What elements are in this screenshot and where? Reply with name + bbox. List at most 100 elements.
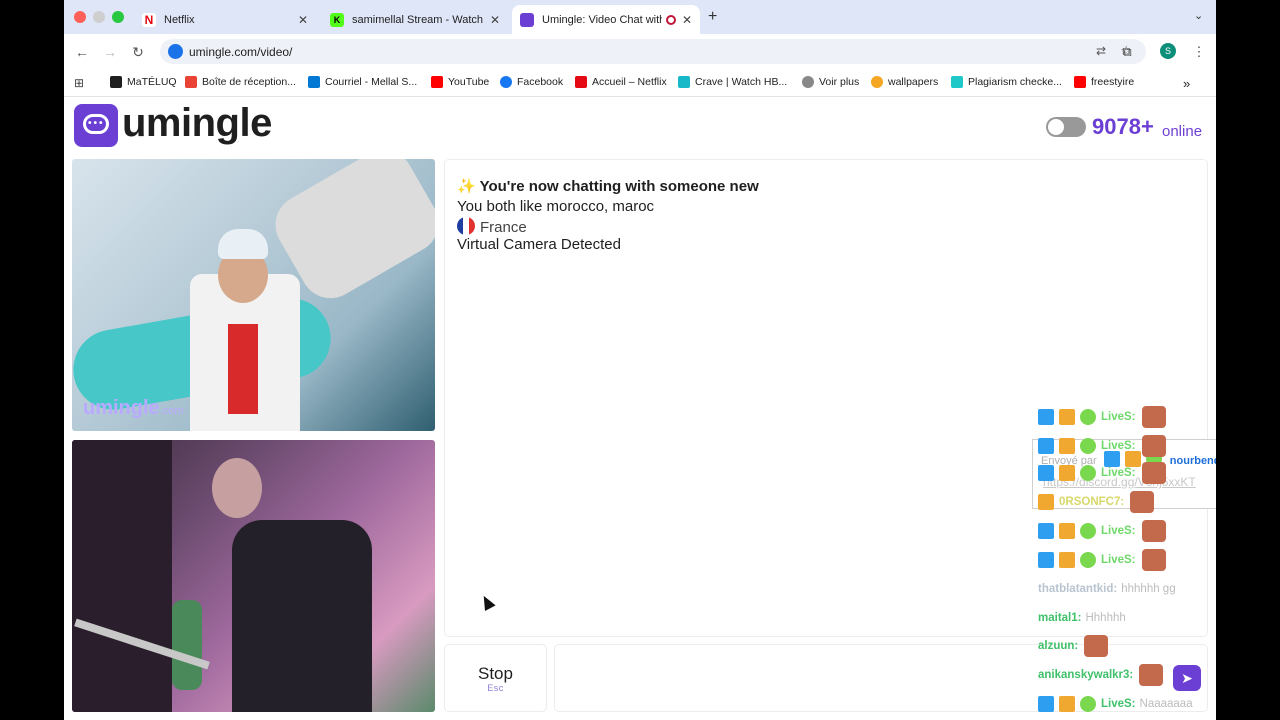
france-flag-icon	[457, 217, 475, 235]
crown-badge-icon	[1059, 523, 1075, 539]
close-tab-icon[interactable]: ✕	[490, 13, 500, 27]
bookmarks-bar: ⊞ MaTÉLUQ Boîte de réception... Courriel…	[64, 69, 1216, 97]
tab-title: Umingle: Video Chat with	[542, 13, 662, 26]
overlay-chat-message: Hhhhhh	[1085, 612, 1126, 624]
forward-arrow-icon[interactable]: →	[100, 42, 120, 62]
bookmark-mateluq[interactable]: MaTÉLUQ	[110, 76, 177, 88]
emote-icon	[1130, 491, 1155, 513]
stop-label: Stop	[478, 664, 513, 683]
address-bar[interactable]: umingle.com/video/ ⇄ ☆	[160, 39, 1146, 64]
gem-badge-icon	[1080, 552, 1096, 568]
site-info-icon[interactable]	[168, 44, 183, 59]
bookmark-wallpapers[interactable]: wallpapers	[871, 76, 938, 88]
back-arrow-icon[interactable]: ←	[72, 42, 92, 62]
sword-badge-icon	[1038, 523, 1054, 539]
zoom-window-button[interactable]	[112, 11, 124, 23]
crown-badge-icon	[1059, 696, 1075, 712]
bookmark-facebook[interactable]: Facebook	[500, 76, 563, 88]
chat-headline: ✨ You're now chatting with someone new	[457, 177, 759, 195]
watermark-suffix: .com	[159, 405, 184, 417]
bookmark-label: freestyire	[1091, 76, 1135, 88]
stop-button[interactable]: Stop Esc	[444, 644, 547, 712]
gem-badge-icon	[1080, 465, 1096, 481]
country-line: France	[457, 217, 527, 236]
minimize-window-button[interactable]	[93, 11, 105, 23]
bookmark-plagiarism[interactable]: Plagiarism checke...	[951, 76, 1062, 88]
reload-icon[interactable]: ↻	[128, 42, 148, 62]
virtual-camera-notice: Virtual Camera Detected	[457, 236, 621, 253]
overlay-chat-username: LiveS:	[1101, 525, 1136, 537]
browser-window: N Netflix ✕ K samimellal Stream - Watch …	[64, 0, 1216, 720]
overlay-chat-row: LiveS:	[1038, 435, 1166, 457]
new-tab-icon[interactable]: +	[708, 8, 717, 26]
site-logo-text[interactable]: umingle	[122, 101, 272, 146]
theme-toggle[interactable]	[1046, 117, 1086, 137]
recording-icon	[665, 14, 676, 25]
overlay-chat-row: anikanskywalkr3:	[1038, 664, 1164, 686]
costume-stripe	[228, 324, 258, 414]
person-figure	[232, 520, 372, 712]
overlay-chat-row: maital1: Hhhhhh	[1038, 607, 1126, 629]
country-text: France	[480, 219, 527, 236]
menu-kebab-icon[interactable]: ⋮	[1190, 43, 1208, 61]
video-background-shape	[72, 440, 172, 712]
extensions-icon[interactable]: ⧉	[1118, 43, 1136, 61]
bookmark-gmail[interactable]: Boîte de réception...	[185, 76, 296, 88]
overlay-chat-username: 0RSONFC7:	[1059, 496, 1125, 508]
overlay-chat-row: alzuun:	[1038, 635, 1109, 657]
profile-avatar[interactable]: S	[1160, 43, 1176, 59]
tab-netflix[interactable]: N Netflix ✕	[134, 5, 316, 34]
bookmark-youtube[interactable]: YouTube	[431, 76, 489, 88]
address-url: umingle.com/video/	[189, 45, 293, 59]
send-arrow-icon[interactable]: ➤	[1173, 665, 1201, 691]
person-hat	[218, 229, 268, 259]
tab-search-icon[interactable]: ⌄	[1194, 9, 1203, 22]
bookmark-voir-plus[interactable]: Voir plus	[802, 76, 859, 88]
microphone-stand	[172, 600, 202, 690]
overlay-chat-username: LiveS:	[1101, 554, 1136, 566]
overlay-chat-username: maital1:	[1038, 612, 1082, 624]
bookmark-netflix[interactable]: Accueil – Netflix	[575, 76, 667, 88]
overlay-chat-row: thatblatantkid: hhhhhh gg	[1038, 578, 1176, 600]
overlay-chat-username: anikanskywalkr3:	[1038, 669, 1134, 681]
tab-kick-stream[interactable]: K samimellal Stream - Watch Li ✕	[322, 5, 508, 34]
apps-grid-icon[interactable]: ⊞	[74, 76, 84, 90]
overlay-chat-username: thatblatantkid:	[1038, 583, 1118, 595]
crown-badge-icon	[1059, 438, 1075, 454]
sword-badge-icon	[1038, 465, 1054, 481]
gem-badge-icon	[1080, 438, 1096, 454]
bookmark-crave[interactable]: Crave | Watch HB...	[678, 76, 787, 88]
overlay-chat-username: LiveS:	[1101, 698, 1136, 710]
close-tab-icon[interactable]: ✕	[298, 13, 308, 27]
close-window-button[interactable]	[74, 11, 86, 23]
more-bookmarks-chevron-icon[interactable]: »	[1183, 76, 1190, 91]
bookmark-label: Courriel - Mellal S...	[325, 76, 418, 88]
person-head	[212, 458, 262, 518]
bookmark-label: Plagiarism checke...	[968, 76, 1062, 88]
bookmark-outlook[interactable]: Courriel - Mellal S...	[308, 76, 417, 88]
bookmark-label: Crave | Watch HB...	[695, 76, 788, 88]
online-count: 9078+	[1092, 114, 1154, 139]
umingle-page: ••• umingle 9078+ online umingle.com ✨ Y…	[64, 97, 1216, 720]
watermark-text: umingle	[83, 397, 160, 419]
umingle-logo-icon[interactable]: •••	[74, 104, 118, 147]
bookmark-freestyire[interactable]: freestyire	[1074, 76, 1134, 88]
bookmark-label: MaTÉLUQ	[127, 76, 177, 88]
close-tab-icon[interactable]: ✕	[682, 13, 692, 27]
tab-umingle[interactable]: Umingle: Video Chat with ✕	[512, 5, 700, 34]
emote-icon	[1141, 462, 1166, 484]
overlay-chat-row: LiveS:	[1038, 406, 1166, 428]
sparkles-icon: ✨	[457, 178, 476, 195]
bookmark-label: wallpapers	[888, 76, 939, 88]
online-label: online	[1162, 123, 1203, 140]
translate-icon[interactable]: ⇄	[1096, 44, 1106, 58]
bookmark-label: Accueil – Netflix	[592, 76, 667, 88]
tab-title: Netflix	[164, 13, 195, 26]
self-video	[72, 440, 435, 712]
sword-badge-icon	[1038, 438, 1054, 454]
gem-badge-icon	[1080, 696, 1096, 712]
overlay-user: nourbendaoud	[1169, 455, 1216, 467]
emote-icon	[1141, 406, 1166, 428]
shared-interests: You both like morocco, maroc	[457, 198, 655, 215]
crown-badge-icon	[1038, 494, 1054, 510]
